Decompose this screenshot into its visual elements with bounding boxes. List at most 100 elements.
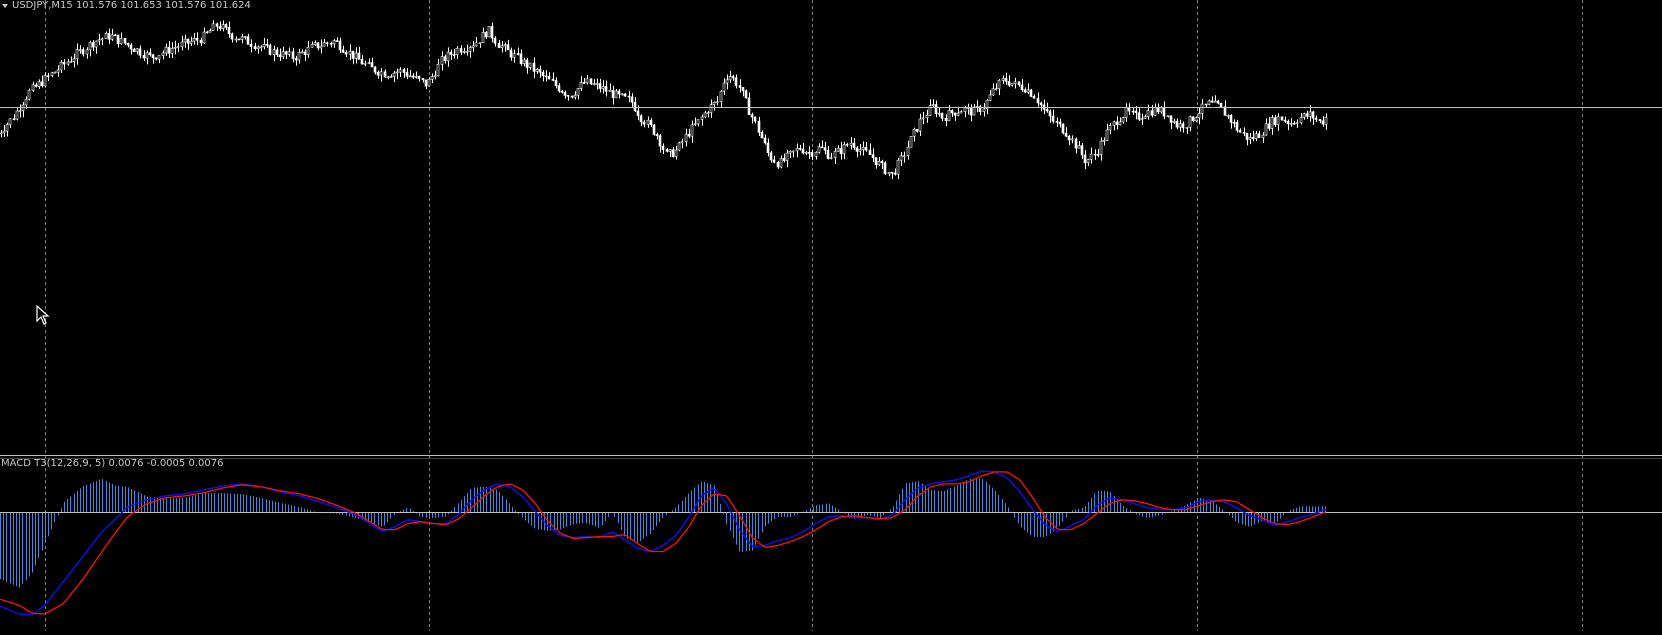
candle-bull bbox=[836, 147, 840, 152]
mouse-cursor-icon bbox=[36, 305, 50, 325]
candle-bear bbox=[1080, 145, 1084, 156]
candle-bull bbox=[50, 72, 54, 77]
candle-bear bbox=[864, 146, 868, 151]
candle-bear bbox=[373, 66, 377, 73]
candle-bull bbox=[997, 79, 1001, 90]
candle-bull bbox=[909, 136, 913, 148]
candle-bear bbox=[1238, 130, 1242, 133]
candle-bear bbox=[132, 48, 136, 53]
candle-bull bbox=[1194, 117, 1198, 122]
symbol-header-label: USDJPY,M15 101.576 101.653 101.576 101.6… bbox=[12, 0, 251, 11]
candle-bull bbox=[715, 101, 719, 103]
candle-bear bbox=[357, 52, 361, 60]
candle-bull bbox=[176, 46, 180, 48]
candle-bull bbox=[858, 149, 862, 152]
candle-bear bbox=[687, 133, 691, 137]
candle-bear bbox=[744, 90, 748, 99]
candle-bear bbox=[490, 26, 494, 39]
candle-bull bbox=[1295, 122, 1299, 125]
candle-bear bbox=[734, 77, 738, 86]
candle-bull bbox=[1248, 136, 1252, 140]
candle-bull bbox=[956, 112, 960, 116]
candle-bear bbox=[1318, 119, 1322, 122]
candle-bull bbox=[500, 45, 504, 49]
candle-bull bbox=[785, 152, 789, 161]
candle-bull bbox=[367, 62, 371, 64]
candle-bull bbox=[795, 148, 799, 152]
candle-bull bbox=[395, 71, 399, 74]
candle-bull bbox=[1089, 153, 1093, 160]
candle-bear bbox=[1204, 103, 1208, 106]
candle-bear bbox=[1115, 121, 1119, 125]
candle-bull bbox=[180, 41, 184, 47]
candle-bull bbox=[433, 75, 437, 78]
candle-bear bbox=[227, 27, 231, 35]
macd-main-line bbox=[0, 470, 1327, 616]
candle-bull bbox=[994, 88, 998, 91]
candle-bear bbox=[665, 149, 669, 152]
candle-bull bbox=[579, 82, 583, 89]
candle-bear bbox=[639, 115, 643, 123]
candle-bear bbox=[738, 85, 742, 88]
candle-bull bbox=[259, 46, 263, 49]
candle-bear bbox=[747, 97, 751, 115]
candle-bull bbox=[1143, 116, 1147, 119]
candle-bear bbox=[1131, 110, 1135, 113]
candle-bear bbox=[1229, 115, 1233, 123]
candle-bull bbox=[135, 48, 139, 53]
candle-bull bbox=[608, 89, 612, 92]
grid-lines bbox=[45, 0, 1583, 631]
candle-bull bbox=[1153, 107, 1157, 116]
chart-canvas[interactable] bbox=[0, 0, 1662, 631]
candle-bull bbox=[1200, 103, 1204, 114]
candle-bull bbox=[59, 61, 63, 71]
chart-window[interactable]: USDJPY,M15 101.576 101.653 101.576 101.6… bbox=[0, 0, 1662, 631]
collapse-arrow-icon[interactable] bbox=[2, 4, 8, 8]
candle-bear bbox=[113, 34, 117, 37]
candle-bull bbox=[427, 79, 431, 87]
candle-bear bbox=[449, 51, 453, 55]
candle-bear bbox=[205, 31, 209, 34]
candle-bull bbox=[297, 52, 301, 61]
candle-bear bbox=[1048, 110, 1052, 117]
candle-bear bbox=[940, 112, 944, 119]
candle-bear bbox=[769, 152, 773, 161]
candle-bear bbox=[246, 36, 250, 45]
candle-bear bbox=[880, 161, 884, 164]
candle-bear bbox=[852, 142, 856, 149]
candle-bear bbox=[570, 95, 574, 98]
candle-bear bbox=[1219, 102, 1223, 108]
candle-bull bbox=[446, 51, 450, 62]
candle-bull bbox=[947, 110, 951, 121]
candle-bear bbox=[519, 53, 523, 64]
candle-bear bbox=[516, 53, 520, 55]
candle-bull bbox=[310, 44, 314, 48]
candle-bull bbox=[392, 72, 396, 77]
candle-bull bbox=[88, 42, 92, 51]
candle-bear bbox=[611, 89, 615, 99]
candle-bull bbox=[791, 150, 795, 153]
candle-bear bbox=[551, 78, 555, 81]
candle-bull bbox=[896, 159, 900, 175]
candle-bear bbox=[1150, 110, 1154, 116]
candle-bear bbox=[772, 159, 776, 163]
candle-bull bbox=[779, 158, 783, 168]
candle-bear bbox=[757, 120, 761, 133]
candle-bear bbox=[1156, 107, 1160, 113]
candle-bull bbox=[104, 33, 108, 39]
candle-bear bbox=[417, 75, 421, 79]
candle-bear bbox=[1235, 122, 1239, 131]
candle-bull bbox=[462, 51, 466, 53]
candle-bull bbox=[332, 40, 336, 45]
candle-bull bbox=[906, 146, 910, 156]
candle-bull bbox=[725, 79, 729, 84]
candle-bear bbox=[1267, 123, 1271, 129]
candle-bear bbox=[868, 149, 872, 155]
candle-bull bbox=[1026, 89, 1030, 93]
candle-bull bbox=[963, 107, 967, 113]
candle-bear bbox=[557, 85, 561, 92]
candle-bear bbox=[623, 93, 627, 97]
candle-bear bbox=[598, 83, 602, 89]
candle-bear bbox=[383, 71, 387, 78]
candle-bear bbox=[782, 158, 786, 161]
